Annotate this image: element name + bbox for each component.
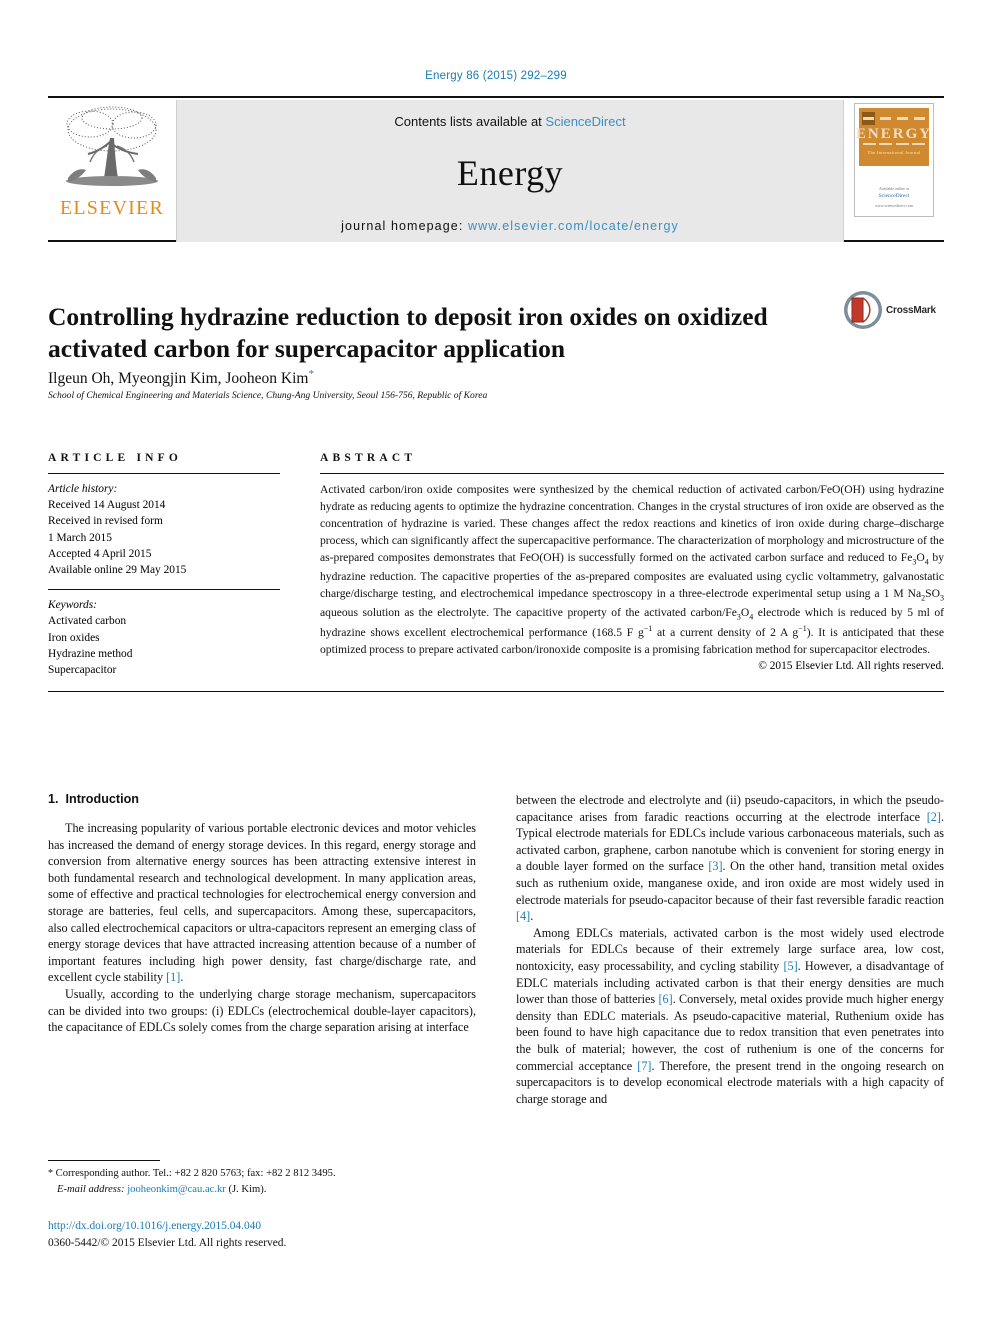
keyword-item: Hydrazine method: [48, 647, 133, 660]
email-label: E-mail address:: [57, 1183, 125, 1195]
abstract-column: ABSTRACT Activated carbon/iron oxide com…: [320, 452, 944, 678]
article-info-rule: [48, 473, 280, 474]
homepage-url-link[interactable]: www.elsevier.com/locate/energy: [468, 219, 679, 233]
contents-prefix: Contents lists available at: [394, 114, 546, 129]
abstract-sup: −1: [798, 624, 807, 634]
cover-subtitle: The International Journal: [867, 150, 921, 155]
article-history-label: Article history:: [48, 483, 118, 495]
abstract-part: aqueous solution as the electrolyte. The…: [320, 606, 737, 620]
history-item: Received 14 August 2014: [48, 499, 166, 512]
journal-title: Energy: [456, 153, 564, 193]
history-item: Received in revised form: [48, 515, 163, 528]
journal-cover-thumbnail: ENERGY The International Journal Availab…: [843, 100, 944, 242]
intro-paragraph-3: Among EDLCs materials, activated carbon …: [516, 925, 944, 1108]
cover-bottom-rules: [863, 143, 925, 145]
footnote-contact: Corresponding author. Tel.: +82 2 820 57…: [53, 1168, 336, 1179]
infoblock-bottom-rule: [48, 691, 944, 693]
history-item: Accepted 4 April 2015: [48, 547, 152, 560]
citation-ref-3[interactable]: [3]: [708, 859, 722, 873]
abstract-heading: ABSTRACT: [320, 452, 417, 464]
elsevier-tree-icon: [66, 106, 158, 186]
citation-ref-7[interactable]: [7]: [637, 1059, 651, 1073]
email-owner: (J. Kim).: [225, 1183, 267, 1195]
corresponding-author-marker: *: [308, 368, 314, 380]
cover-journal-title: ENERGY: [855, 126, 933, 142]
footnote-line-2: E-mail address: jooheonkim@cau.ac.kr (J.…: [48, 1182, 476, 1197]
elsevier-logo: ELSEVIER: [48, 100, 177, 242]
abstract-part: O: [740, 606, 750, 620]
crossmark-label: CrossMark: [886, 304, 936, 316]
citation-ref-2[interactable]: [2]: [927, 810, 941, 824]
abstract-sup: −1: [643, 624, 653, 634]
page-footer: http://dx.doi.org/10.1016/j.energy.2015.…: [48, 1218, 476, 1251]
keyword-item: Iron oxides: [48, 631, 100, 644]
paragraph-text: The increasing popularity of various por…: [48, 821, 476, 985]
author-list: Ilgeun Oh, Myeongjin Kim, Jooheon Kim*: [48, 368, 848, 388]
intro-paragraph-2-cont: between the electrode and electrolyte an…: [516, 792, 944, 925]
crossmark-icon: [844, 291, 882, 329]
abstract-text: Activated carbon/iron oxide composites w…: [320, 481, 944, 658]
footnote-rule: [48, 1160, 160, 1161]
article-info-heading: ARTICLE INFO: [48, 452, 183, 464]
corresponding-author-footnote: * Corresponding author. Tel.: +82 2 820 …: [48, 1160, 476, 1197]
citation-ref-4[interactable]: [4]: [516, 909, 530, 923]
sciencedirect-link[interactable]: ScienceDirect: [545, 114, 625, 129]
section-title: Introduction: [65, 792, 139, 806]
body-column-left: 1. Introduction The increasing popularity…: [48, 792, 476, 1107]
journal-homepage-line: journal homepage: www.elsevier.com/locat…: [341, 219, 679, 233]
issn-copyright: 0360-5442/© 2015 Elsevier Ltd. All right…: [48, 1236, 287, 1249]
keywords-label: Keywords:: [48, 599, 97, 612]
footnote-line-1: * Corresponding author. Tel.: +82 2 820 …: [48, 1166, 476, 1182]
abstract-part: SO: [925, 587, 940, 601]
abstract-rule: [320, 473, 944, 474]
keyword-item: Activated carbon: [48, 615, 127, 628]
cover-top-rules: [863, 117, 925, 120]
abstract-part: at a current density of 2 A g: [652, 626, 799, 640]
abstract-sub: 3: [940, 593, 944, 603]
author-names: Ilgeun Oh, Myeongjin Kim, Jooheon Kim: [48, 370, 309, 388]
keyword-item: Supercapacitor: [48, 663, 117, 676]
journal-masthead: ELSEVIER Contents lists available at Sci…: [48, 96, 944, 242]
cover-footer-line1: Available online at: [878, 185, 910, 191]
citation-ref-1[interactable]: [1]: [166, 970, 180, 984]
intro-paragraph-1: The increasing popularity of various por…: [48, 820, 476, 986]
paragraph-text: .: [530, 909, 534, 924]
intro-paragraph-2: Usually, according to the underlying cha…: [48, 986, 476, 1036]
doi-link[interactable]: http://dx.doi.org/10.1016/j.energy.2015.…: [48, 1218, 476, 1235]
elsevier-wordmark: ELSEVIER: [59, 197, 165, 219]
cover-footer: Available online at ScienceDirect www.sc…: [855, 185, 933, 209]
cover-footer-line2: ScienceDirect: [878, 192, 910, 199]
body-columns: 1. Introduction The increasing popularity…: [48, 792, 944, 1107]
homepage-prefix: journal homepage:: [341, 219, 468, 233]
running-head: Energy 86 (2015) 292–299: [425, 70, 567, 82]
article-info-abstract-block: ARTICLE INFO Article history: Received 1…: [48, 452, 944, 693]
paper-page: Energy 86 (2015) 292–299 ELSEVIER Conten…: [0, 0, 992, 1323]
citation-ref-6[interactable]: [6]: [658, 992, 672, 1006]
crossmark-badge[interactable]: CrossMark: [843, 288, 943, 332]
cover-footer-line3: www.sciencedirect.com: [874, 202, 914, 208]
history-item: Available online 29 May 2015: [48, 563, 187, 576]
abstract-part: O: [916, 551, 925, 565]
keywords-rule: [48, 589, 280, 591]
abstract-part: Activated carbon/iron oxide composites w…: [320, 483, 944, 565]
body-column-right: between the electrode and electrolyte an…: [516, 792, 944, 1107]
abstract-copyright: © 2015 Elsevier Ltd. All rights reserved…: [758, 660, 944, 673]
paragraph-tail: .: [180, 970, 184, 985]
contents-available-line: Contents lists available at ScienceDirec…: [394, 114, 625, 129]
article-info-column: ARTICLE INFO Article history: Received 1…: [48, 452, 280, 678]
citation-ref-5[interactable]: [5]: [783, 959, 797, 973]
affiliation: School of Chemical Engineering and Mater…: [48, 390, 488, 401]
email-link[interactable]: jooheonkim@cau.ac.kr: [127, 1184, 226, 1195]
history-item: 1 March 2015: [48, 531, 112, 544]
masthead-center: Contents lists available at ScienceDirec…: [177, 100, 843, 242]
paragraph-text: Usually, according to the underlying cha…: [48, 986, 476, 1035]
section-heading-introduction: 1. Introduction: [48, 792, 476, 806]
paragraph-text: between the electrode and electrolyte an…: [516, 793, 944, 824]
section-number: 1.: [48, 792, 59, 806]
article-title: Controlling hydrazine reduction to depos…: [48, 302, 768, 364]
